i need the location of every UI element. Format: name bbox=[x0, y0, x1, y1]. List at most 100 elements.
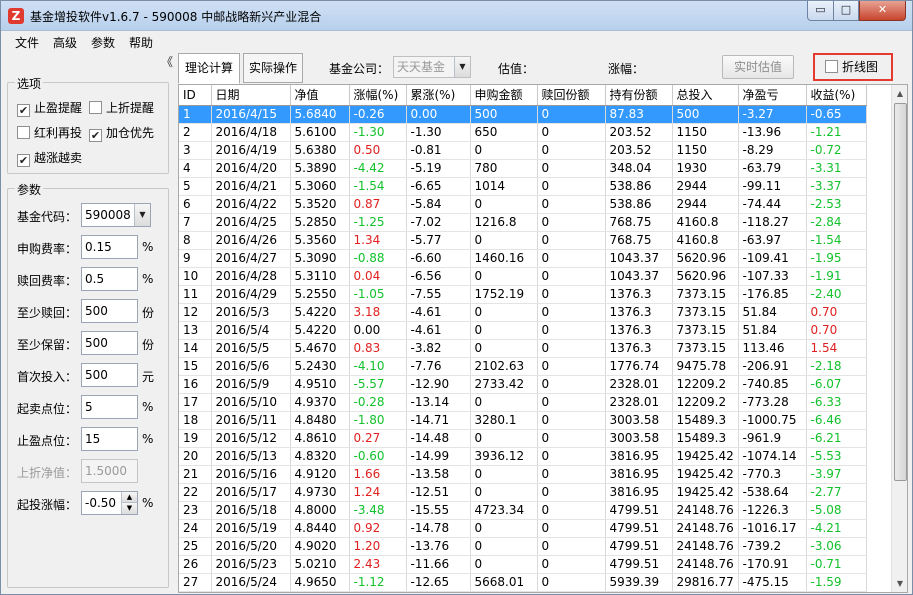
table-cell: 4.8610 bbox=[290, 429, 350, 448]
table-row[interactable]: 6 2016/4/22 5.3520 0.87 -5.84 0 0 538.86 2944 -74… bbox=[179, 195, 867, 214]
table-row[interactable]: 16 2016/5/9 4.9510 -5.57 -12.90 2733.42 0 2328.… bbox=[179, 375, 867, 394]
realtime-estimate-button[interactable]: 实时估值 bbox=[722, 55, 794, 79]
min-keep-input[interactable]: 500 bbox=[81, 331, 138, 355]
collapse-panel-icon[interactable]: 《 bbox=[161, 53, 173, 70]
min-redeem-input[interactable]: 500 bbox=[81, 299, 138, 323]
maximize-button[interactable]: □ bbox=[833, 1, 859, 21]
table-cell: 5.0210 bbox=[290, 555, 350, 574]
chevron-down-icon[interactable]: ▼ bbox=[134, 204, 150, 226]
menu-advanced[interactable]: 高级 bbox=[53, 34, 77, 51]
checkbox-stop-profit-alert[interactable]: ✔ 止盈提醒 bbox=[17, 99, 82, 117]
scroll-down-icon[interactable]: ▼ bbox=[892, 575, 907, 592]
table-row[interactable]: 9 2016/4/27 5.3090 -0.88 -6.60 1460.16 0 1043.3… bbox=[179, 249, 867, 268]
checkbox-add-priority[interactable]: ✔ 加仓优先 bbox=[89, 124, 154, 142]
table-row[interactable]: 1 2016/4/15 5.6840 -0.26 0.00 500 0 87.83 500 -3.… bbox=[179, 105, 867, 124]
table-row[interactable]: 12 2016/5/3 5.4220 3.18 -4.61 0 0 1376.3 7373.15… bbox=[179, 303, 867, 322]
tab-theory-calc[interactable]: 理论计算 bbox=[178, 53, 240, 84]
column-header[interactable]: 总投入 bbox=[672, 85, 739, 106]
scroll-up-icon[interactable]: ▲ bbox=[892, 85, 907, 102]
table-row[interactable]: 10 2016/4/28 5.3110 0.04 -6.56 0 0 1043.37 5620.… bbox=[179, 267, 867, 286]
table-row[interactable]: 21 2016/5/16 4.9120 1.66 -13.58 0 0 3816.95 1942… bbox=[179, 465, 867, 484]
sell-start-input[interactable]: 5 bbox=[81, 395, 138, 419]
table-row[interactable]: 4 2016/4/20 5.3890 -4.42 -5.19 780 0 348.04 1930… bbox=[179, 159, 867, 178]
table-row[interactable]: 7 2016/4/25 5.2850 -1.25 -7.02 1216.8 0 768.75 4… bbox=[179, 213, 867, 232]
checkbox-dividend-reinvest[interactable]: 红利再投 bbox=[17, 124, 82, 141]
table-cell: 0 bbox=[470, 321, 538, 340]
min-redeem-unit: 份 bbox=[142, 306, 155, 320]
table-row[interactable]: 23 2016/5/18 4.8000 -3.48 -15.55 4723.34 0 4799… bbox=[179, 501, 867, 520]
first-invest-input[interactable]: 500 bbox=[81, 363, 138, 387]
change-label: 涨幅： bbox=[608, 62, 645, 76]
column-header[interactable]: 持有份额 bbox=[605, 85, 673, 106]
table-cell: -1000.75 bbox=[738, 411, 807, 430]
table-cell: 2016/5/12 bbox=[211, 429, 291, 448]
checkbox-split-alert[interactable]: 上折提醒 bbox=[89, 99, 154, 116]
table-cell: 7373.15 bbox=[672, 339, 739, 358]
table-row[interactable]: 27 2016/5/24 4.9650 -1.12 -12.65 5668.01 0 5939… bbox=[179, 573, 867, 592]
table-row[interactable]: 18 2016/5/11 4.8480 -1.80 -14.71 3280.1 0 3003.… bbox=[179, 411, 867, 430]
fund-code-select[interactable]: 590008 ▼ bbox=[81, 203, 151, 227]
minimize-button[interactable]: ▭ bbox=[807, 1, 834, 21]
table-cell: 2 bbox=[179, 123, 212, 142]
chevron-down-icon[interactable]: ▼ bbox=[122, 503, 137, 514]
table-cell: 2944 bbox=[672, 177, 739, 196]
line-chart-toggle[interactable]: 折线图 bbox=[813, 53, 893, 81]
table-cell: -15.55 bbox=[406, 501, 471, 520]
table-cell: 203.52 bbox=[605, 123, 673, 142]
column-header[interactable]: 日期 bbox=[211, 85, 291, 106]
table-row[interactable]: 5 2016/4/21 5.3060 -1.54 -6.65 1014 0 538.86 294… bbox=[179, 177, 867, 196]
table-cell: 7 bbox=[179, 213, 212, 232]
table-cell: -3.27 bbox=[738, 105, 807, 124]
redeem-fee-input[interactable]: 0.5 bbox=[81, 267, 138, 291]
column-header[interactable]: 涨幅(%) bbox=[349, 85, 407, 106]
table-row[interactable]: 11 2016/4/29 5.2550 -1.05 -7.55 1752.19 0 1376.… bbox=[179, 285, 867, 304]
table-row[interactable]: 22 2016/5/17 4.9730 1.24 -12.51 0 0 3816.95 1942… bbox=[179, 483, 867, 502]
data-table[interactable]: ID 日期 净值 涨幅(%) 累涨(%) 申购金额 赎回份额 持有份额 总投入 净盈亏 收益(%) … bbox=[178, 84, 908, 593]
table-row[interactable]: 17 2016/5/10 4.9370 -0.28 -13.14 0 0 2328.01 122… bbox=[179, 393, 867, 412]
table-row[interactable]: 3 2016/4/19 5.6380 0.50 -0.81 0 0 203.52 1150 -8.… bbox=[179, 141, 867, 160]
table-cell: 0 bbox=[537, 483, 606, 502]
table-row[interactable]: 25 2016/5/20 4.9020 1.20 -13.76 0 0 4799.51 2414… bbox=[179, 537, 867, 556]
table-row[interactable]: 8 2016/4/26 5.3560 1.34 -5.77 0 0 768.75 4160.8-… bbox=[179, 231, 867, 250]
column-header[interactable]: 赎回份额 bbox=[537, 85, 606, 106]
invest-start-stepper[interactable]: -0.50 ▲ ▼ bbox=[81, 491, 138, 515]
fund-company-label: 基金公司： bbox=[329, 62, 390, 76]
menu-help[interactable]: 帮助 bbox=[129, 34, 153, 51]
table-row[interactable]: 26 2016/5/23 5.0210 2.43 -11.66 0 0 4799.51 2414… bbox=[179, 555, 867, 574]
table-row[interactable]: 19 2016/5/12 4.8610 0.27 -14.48 0 0 3003.58 1548… bbox=[179, 429, 867, 448]
title-bar[interactable]: Z 基金增投软件v1.6.7 - 590008 中邮战略新兴产业混合 ▭ □ ✕ bbox=[1, 1, 912, 31]
table-row[interactable]: 13 2016/5/4 5.4220 0.00 -4.61 0 0 1376.3 7373.15… bbox=[179, 321, 867, 340]
table-row[interactable]: 2 2016/4/18 5.6100 -1.30 -1.30 650 0 203.52 1150… bbox=[179, 123, 867, 142]
tab-actual-ops[interactable]: 实际操作 bbox=[243, 53, 303, 83]
table-cell: 1.34 bbox=[349, 231, 407, 250]
take-profit-input[interactable]: 15 bbox=[81, 427, 138, 451]
table-cell: -74.44 bbox=[738, 195, 807, 214]
table-cell: -11.66 bbox=[406, 555, 471, 574]
stepper-buttons[interactable]: ▲ ▼ bbox=[121, 492, 137, 514]
first-invest-label: 首次投入： bbox=[17, 370, 78, 384]
scrollbar-thumb[interactable] bbox=[894, 103, 907, 481]
column-header[interactable]: ID bbox=[179, 85, 212, 106]
table-row[interactable]: 15 2016/5/6 5.2430 -4.10 -7.76 2102.63 0 1776.7… bbox=[179, 357, 867, 376]
checkbox-icon bbox=[17, 126, 30, 139]
chevron-up-icon[interactable]: ▲ bbox=[122, 492, 137, 503]
table-cell: -4.10 bbox=[349, 357, 407, 376]
close-button[interactable]: ✕ bbox=[859, 1, 906, 21]
column-header[interactable]: 净盈亏 bbox=[738, 85, 807, 106]
table-cell: 2.43 bbox=[349, 555, 407, 574]
column-header[interactable]: 净值 bbox=[290, 85, 350, 106]
purchase-fee-input[interactable]: 0.15 bbox=[81, 235, 138, 259]
menu-params[interactable]: 参数 bbox=[91, 34, 115, 51]
table-row[interactable]: 14 2016/5/5 5.4670 0.83 -3.82 0 0 1376.3 7373.15… bbox=[179, 339, 867, 358]
column-header[interactable]: 收益(%) bbox=[806, 85, 867, 106]
table-cell: -3.31 bbox=[806, 159, 867, 178]
table-row[interactable]: 20 2016/5/13 4.8320 -0.60 -14.99 3936.12 0 3816… bbox=[179, 447, 867, 466]
table-row[interactable]: 24 2016/5/19 4.8440 0.92 -14.78 0 0 4799.51 2414… bbox=[179, 519, 867, 538]
column-header[interactable]: 累涨(%) bbox=[406, 85, 471, 106]
column-header[interactable]: 申购金额 bbox=[470, 85, 538, 106]
checkbox-sell-on-rise[interactable]: ✔ 越涨越卖 bbox=[17, 149, 82, 167]
menu-file[interactable]: 文件 bbox=[15, 34, 39, 51]
vertical-scrollbar[interactable]: ▲ ▼ bbox=[891, 85, 907, 592]
table-cell: 2016/5/20 bbox=[211, 537, 291, 556]
table-cell: 3.18 bbox=[349, 303, 407, 322]
